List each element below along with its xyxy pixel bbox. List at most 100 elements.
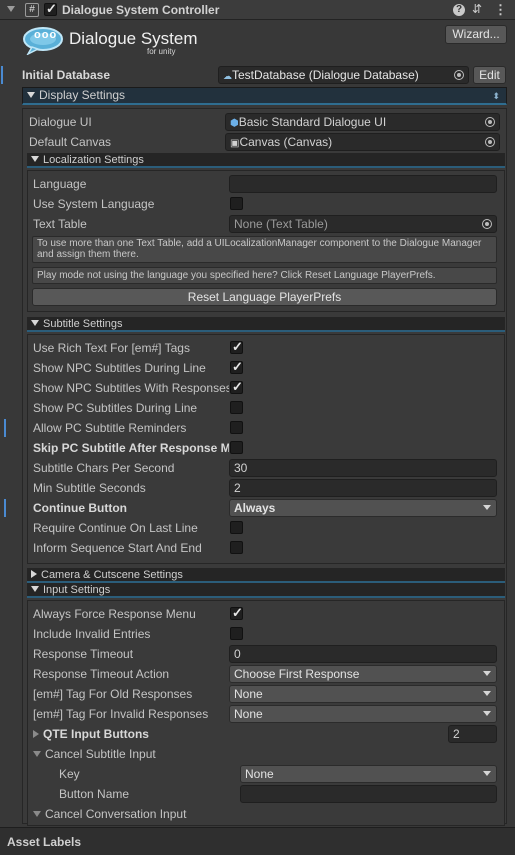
- require-continue-label: Require Continue On Last Line: [33, 521, 198, 535]
- chevron-down-icon: [483, 505, 491, 510]
- subtitle-toggle-label: Show NPC Subtitles During Line: [33, 361, 206, 375]
- script-icon: #: [25, 3, 39, 17]
- timeout-action-dropdown[interactable]: Choose First Response: [229, 665, 497, 683]
- input-settings-header[interactable]: Input Settings: [27, 583, 505, 598]
- key-value: None: [245, 767, 274, 781]
- text-table-field[interactable]: None (Text Table): [229, 215, 497, 233]
- language-label: Language: [33, 177, 87, 191]
- min-subtitle-seconds-input[interactable]: 2: [229, 479, 497, 497]
- inform-sequence-label: Inform Sequence Start And End: [33, 541, 202, 555]
- require-continue-checkbox[interactable]: [230, 521, 243, 534]
- object-picker-icon[interactable]: [485, 117, 495, 127]
- localization-settings-title: Localization Settings: [43, 154, 144, 166]
- npc-subtitles-with-responses-checkbox[interactable]: [230, 379, 243, 395]
- timeout-action-value: Choose First Response: [234, 667, 360, 681]
- text-table-label: Text Table: [33, 217, 87, 231]
- dialogue-ui-value: Basic Standard Dialogue UI: [238, 115, 387, 129]
- chars-per-second-label: Subtitle Chars Per Second: [33, 461, 175, 475]
- chevron-down-icon: [483, 671, 491, 676]
- skip-pc-subtitle-checkbox[interactable]: [230, 441, 243, 454]
- chevron-down-icon: [483, 691, 491, 696]
- component-enabled-checkbox[interactable]: [44, 1, 57, 17]
- asset-labels-title: Asset Labels: [7, 835, 82, 849]
- subtitle-toggle-label: Show NPC Subtitles With Responses: [33, 381, 229, 395]
- object-picker-icon[interactable]: [482, 219, 492, 229]
- foldout-arrow-icon: [33, 730, 39, 738]
- use-system-language-checkbox[interactable]: [230, 197, 243, 210]
- preset-settings-icon[interactable]: ⇵: [472, 2, 482, 16]
- qte-input-buttons-count[interactable]: 2: [448, 725, 497, 743]
- default-canvas-field[interactable]: ▣Canvas (Canvas): [225, 133, 500, 151]
- cancel-subtitle-label: Cancel Subtitle Input: [45, 747, 156, 761]
- override-indicator: [1, 66, 3, 84]
- inform-sequence-checkbox[interactable]: [230, 541, 243, 554]
- always-force-checkbox[interactable]: [230, 605, 243, 621]
- default-canvas-label: Default Canvas: [29, 135, 112, 149]
- continue-button-value: Always: [234, 501, 276, 515]
- dialogue-ui-field[interactable]: ⬢Basic Standard Dialogue UI: [225, 113, 500, 131]
- edit-database-button[interactable]: Edit: [473, 66, 506, 84]
- chevron-down-icon: [483, 711, 491, 716]
- response-timeout-input[interactable]: 0: [229, 645, 497, 663]
- foldout-arrow-icon: [33, 811, 41, 817]
- language-input[interactable]: [229, 175, 497, 193]
- chars-per-second-input[interactable]: 30: [229, 459, 497, 477]
- wizard-button[interactable]: Wizard...: [445, 25, 507, 44]
- component-title: Dialogue System Controller: [62, 3, 220, 17]
- default-canvas-value: Canvas (Canvas): [239, 135, 333, 149]
- invalid-responses-tag-label: [em#] Tag For Invalid Responses: [33, 707, 209, 721]
- asset-labels-bar[interactable]: Asset Labels: [0, 827, 515, 855]
- initial-database-value: TestDatabase (Dialogue Database): [232, 68, 419, 82]
- object-picker-icon[interactable]: [454, 70, 464, 80]
- logo-bubble-text: ooo: [34, 29, 58, 41]
- invalid-responses-tag-dropdown[interactable]: None: [229, 705, 497, 723]
- subtitle-toggle-label: Skip PC Subtitle After Response Menu: [33, 441, 229, 455]
- use-system-language-label: Use System Language: [33, 197, 155, 211]
- logo-subtitle: for unity: [147, 47, 176, 56]
- cancel-conversation-foldout[interactable]: Cancel Conversation Input: [33, 807, 186, 821]
- always-force-label: Always Force Response Menu: [33, 607, 196, 621]
- chevron-down-icon: [483, 771, 491, 776]
- key-dropdown[interactable]: None: [240, 765, 497, 783]
- continue-button-label: Continue Button: [33, 501, 127, 515]
- npc-subtitles-during-line-checkbox[interactable]: [230, 359, 243, 375]
- help-icon[interactable]: ?: [453, 4, 465, 16]
- subtitle-toggle-label: Use Rich Text For [em#] Tags: [33, 341, 190, 355]
- cancel-subtitle-foldout[interactable]: Cancel Subtitle Input: [33, 747, 156, 761]
- old-responses-tag-label: [em#] Tag For Old Responses: [33, 687, 193, 701]
- localization-settings-header[interactable]: Localization Settings: [27, 153, 505, 168]
- more-options-icon[interactable]: ⋮: [494, 2, 507, 18]
- text-table-value: None (Text Table): [234, 217, 328, 231]
- foldout-arrow-icon: [31, 586, 39, 592]
- input-settings-title: Input Settings: [43, 584, 111, 596]
- initial-database-field[interactable]: ☁TestDatabase (Dialogue Database): [218, 66, 469, 84]
- rich-text-checkbox[interactable]: [230, 339, 243, 355]
- continue-button-dropdown[interactable]: Always: [229, 499, 497, 517]
- dialogue-system-logo-icon: ooo: [22, 27, 64, 56]
- reset-language-button[interactable]: Reset Language PlayerPrefs: [32, 288, 497, 306]
- button-name-input[interactable]: [240, 785, 497, 803]
- camera-settings-title: Camera & Cutscene Settings: [41, 569, 183, 581]
- invalid-responses-tag-value: None: [234, 707, 263, 721]
- foldout-arrow-icon: [31, 320, 39, 326]
- subtitle-settings-header[interactable]: Subtitle Settings: [27, 317, 505, 332]
- language-help-box: Play mode not using the language you spe…: [32, 267, 497, 284]
- pc-subtitles-during-line-checkbox[interactable]: [230, 401, 243, 414]
- object-picker-icon[interactable]: [485, 137, 495, 147]
- database-icon: ☁: [223, 71, 232, 81]
- qte-input-buttons-foldout[interactable]: QTE Input Buttons: [33, 727, 149, 741]
- prefab-icon: ⬢: [230, 118, 239, 129]
- foldout-arrow-icon: [27, 92, 35, 98]
- foldout-arrow-icon: [31, 156, 39, 162]
- foldout-arrow-icon: [31, 570, 37, 578]
- display-settings-header[interactable]: Display Settings ⬍: [22, 87, 507, 105]
- include-invalid-label: Include Invalid Entries: [33, 627, 151, 641]
- response-timeout-label: Response Timeout: [33, 647, 134, 661]
- override-indicator: [4, 499, 6, 517]
- old-responses-tag-dropdown[interactable]: None: [229, 685, 497, 703]
- old-responses-tag-value: None: [234, 687, 263, 701]
- include-invalid-checkbox[interactable]: [230, 627, 243, 640]
- camera-settings-header[interactable]: Camera & Cutscene Settings: [27, 568, 505, 583]
- collapse-arrow-icon[interactable]: [7, 6, 15, 12]
- pc-subtitle-reminders-checkbox[interactable]: [230, 421, 243, 434]
